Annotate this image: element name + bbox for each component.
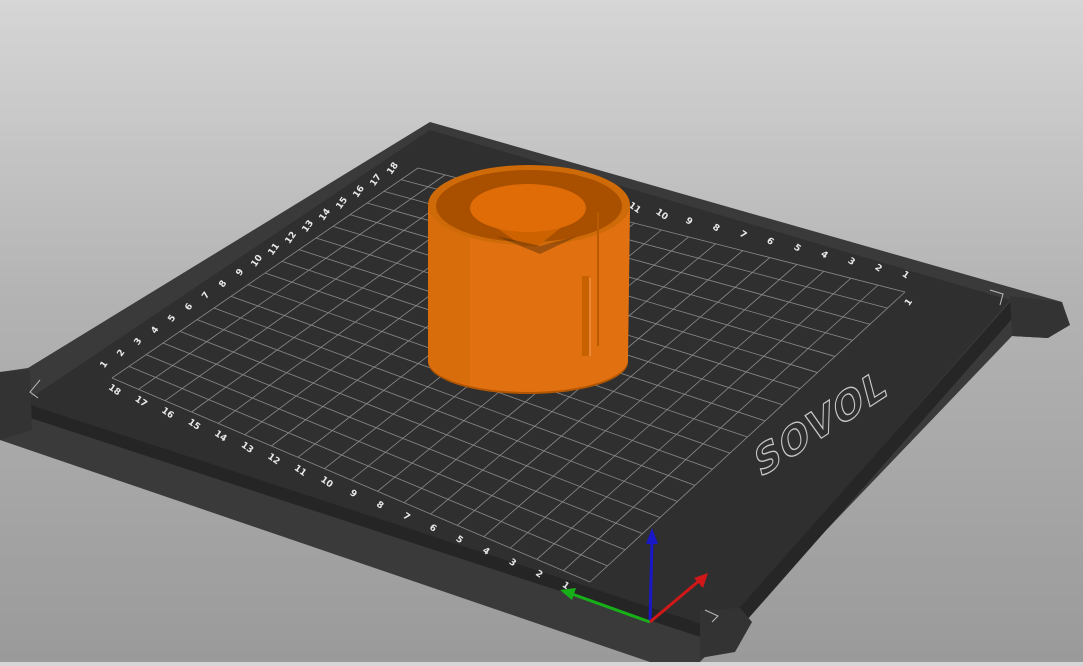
3d-viewport[interactable]: 1 2 3 4 5 6 7 8 9 10 11 12 13 14 15 16 17 18 1 2 3 4 5 6 7 8 9 10 11… <box>0 0 1083 662</box>
model-inner-top <box>470 184 586 232</box>
model-slot <box>582 276 589 356</box>
bed-tab-right <box>1010 296 1070 338</box>
z-axis-line <box>648 539 654 623</box>
model-cylinder[interactable] <box>428 165 630 394</box>
bed-tab-bottom <box>700 608 752 658</box>
bed-tab-left <box>0 370 32 440</box>
